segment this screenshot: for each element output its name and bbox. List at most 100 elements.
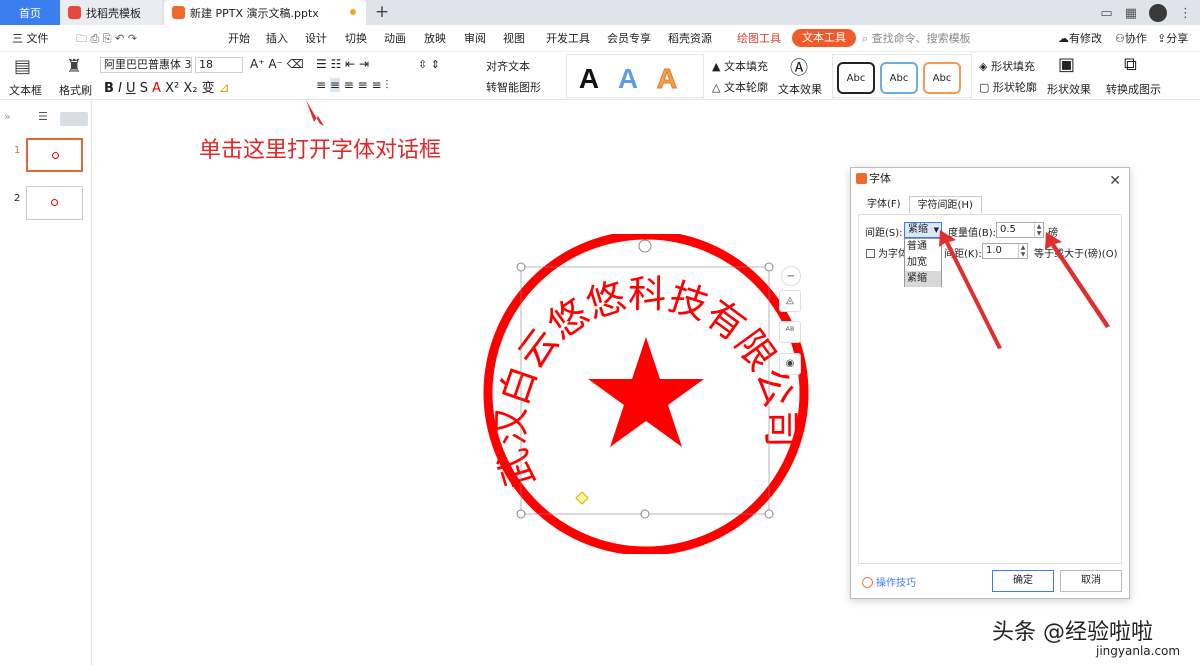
smart-shape-button[interactable]: 转智能图形 (486, 79, 541, 95)
resize-handle (516, 262, 526, 272)
text-fill-button[interactable]: ▲ 文本填充 (712, 58, 768, 74)
shape-style-orange[interactable]: Abc (923, 62, 961, 94)
shape-effect-button[interactable]: 形状效果 (1047, 81, 1091, 97)
text-outline-icon: △ (712, 81, 724, 94)
new-tab-button[interactable]: + (372, 2, 392, 22)
command-search[interactable]: ⌕ 查找命令、搜索模板 (862, 30, 1042, 48)
revisions-button[interactable]: ☁有修改 (1058, 25, 1102, 52)
tab-home[interactable]: 首页 (0, 0, 60, 25)
avatar[interactable] (1149, 4, 1167, 22)
outline-view-icon[interactable]: ☰ (38, 110, 48, 123)
text-style-orange[interactable]: A (648, 63, 686, 95)
adjust-handle (575, 491, 589, 505)
format-painter-button[interactable]: 格式刷 (59, 82, 92, 98)
menu-bar: 三 文件 🗀 ⎙ ⎘ ↶ ↷ 开始 插入 设计 切换 动画 放映 审阅 视图 开… (0, 25, 1200, 52)
tab-template[interactable]: 找稻壳模板 (60, 0, 162, 25)
cloud-icon: ☁ (1058, 32, 1069, 45)
annotation-arrows (939, 230, 1110, 349)
menu-insert[interactable]: 插入 (266, 25, 288, 52)
menu-transition[interactable]: 切换 (345, 25, 367, 52)
collab-icon: ⚇ (1115, 32, 1125, 45)
pptx-file-icon (172, 6, 185, 19)
rotate-handle-icon (638, 239, 652, 253)
menu-view[interactable]: 视图 (503, 25, 525, 52)
slide-number-1: 1 (14, 145, 21, 156)
shape-effect-icon[interactable]: ▣ (1058, 54, 1075, 75)
slide-view-icon[interactable] (60, 112, 88, 126)
menu-slideshow[interactable]: 放映 (424, 25, 446, 52)
shape-outline-icon: ▢ (979, 81, 993, 94)
text-effect-icon[interactable]: Ⓐ (790, 54, 808, 80)
collaborate-button[interactable]: ⚇协作 (1115, 25, 1147, 52)
company-stamp[interactable]: 武汉白云悠悠科技有限公司 (478, 234, 814, 554)
kerning-checkbox[interactable]: 为字体 (866, 245, 908, 260)
shape-outline-button[interactable]: ▢ 形状轮廓 (979, 79, 1037, 95)
shape-fill-button[interactable]: ◈ 形状填充 (979, 58, 1035, 74)
tab-template-label: 找稻壳模板 (86, 6, 141, 20)
file-menu[interactable]: 三 文件 (12, 25, 49, 52)
menu-drawing-tools[interactable]: 绘图工具 (737, 25, 781, 52)
ok-button[interactable]: 确定 (992, 570, 1054, 592)
unsaved-dot-icon (350, 9, 356, 15)
spell-check-icon[interactable]: ᴬᴮ (779, 321, 801, 343)
tab-document-label: 新建 PPTX 演示文稿.pptx (190, 6, 319, 20)
paragraph-align-buttons[interactable]: ≡ ≡ ≡ ≡ ≡ ⫶ (316, 78, 388, 93)
text-outline-button[interactable]: △ 文本轮廓 (712, 79, 768, 95)
list-buttons[interactable]: ☰ ☷ ⇤ ⇥ (316, 57, 369, 71)
resize-handle (764, 509, 774, 519)
font-size-select[interactable]: 18 (195, 57, 243, 73)
text-fill-icon: ▲ (712, 60, 724, 73)
smart-tip-icon[interactable]: ◉ (779, 353, 801, 375)
textbox-button[interactable]: 文本框 (9, 82, 42, 98)
font-name-select[interactable]: 阿里巴巴普惠体 3.0 (100, 57, 192, 73)
dialog-tabs: 字体(F) 字符间距(H) (859, 196, 982, 214)
dialog-title-bar: 字体 ✕ (851, 168, 1129, 190)
convert-diagram-icon[interactable]: ⧉ (1124, 54, 1137, 75)
line-spacing-buttons[interactable]: ⇳ ⇕ (418, 58, 440, 71)
shape-fill-icon: ◈ (979, 60, 991, 73)
menu-design[interactable]: 设计 (305, 25, 327, 52)
resize-handle (516, 509, 526, 519)
font-grow-shrink-icons[interactable]: A⁺ A⁻ ⌫ (250, 57, 304, 71)
convert-diagram-button[interactable]: 转换成图示 (1106, 81, 1161, 97)
menu-home[interactable]: 开始 (228, 25, 250, 52)
revisions-label: 有修改 (1069, 32, 1102, 45)
tips-link[interactable]: 操作技巧 (862, 574, 916, 589)
share-button[interactable]: ⇪分享 (1157, 25, 1188, 52)
tab-font[interactable]: 字体(F) (859, 196, 909, 214)
close-icon[interactable]: ✕ (1109, 170, 1121, 192)
annotation-arrow (306, 100, 324, 126)
format-painter-icon[interactable]: ♜ (66, 56, 82, 77)
slide-thumbnail-2[interactable] (26, 186, 83, 220)
textbox-icon[interactable]: ▤ (14, 56, 31, 77)
collapse-panel-icon[interactable]: » (4, 110, 11, 123)
quick-access-icons[interactable]: 🗀 ⎙ ⎘ ↶ ↷ (76, 25, 137, 52)
menu-docer[interactable]: 稻壳资源 (668, 25, 712, 52)
stamp-star-icon (588, 337, 704, 447)
font-style-buttons[interactable]: B I U S A X² X₂ 变 ⊿ (104, 77, 230, 96)
align-text-button[interactable]: 对齐文本 (486, 58, 530, 74)
shape-style-blue[interactable]: Abc (880, 62, 918, 94)
text-effect-button[interactable]: 文本效果 (778, 81, 822, 97)
collapse-icon[interactable]: − (781, 266, 801, 286)
more-icon[interactable]: ⋮ (1179, 6, 1192, 21)
grid-icon[interactable]: ▦ (1125, 6, 1137, 21)
tab-char-spacing[interactable]: 字符间距(H) (908, 196, 982, 214)
shape-style-icon[interactable]: ◬ (779, 290, 801, 312)
slide-panel: » ☰ 1 2 (0, 100, 92, 665)
tab-document[interactable]: 新建 PPTX 演示文稿.pptx (164, 0, 366, 25)
menu-developer[interactable]: 开发工具 (546, 25, 590, 52)
spacing-label: 间距(S): (865, 228, 903, 239)
slide-thumbnail-1[interactable] (26, 138, 83, 172)
layout-icon[interactable]: ▭ (1100, 6, 1112, 21)
cancel-button[interactable]: 取消 (1060, 570, 1122, 592)
menu-animation[interactable]: 动画 (384, 25, 406, 52)
menu-review[interactable]: 审阅 (464, 25, 486, 52)
shape-style-dark[interactable]: Abc (837, 62, 875, 94)
resize-handle (640, 509, 650, 519)
text-style-blue[interactable]: A (609, 63, 647, 95)
menu-member[interactable]: 会员专享 (607, 25, 651, 52)
menu-text-tools[interactable]: 文本工具 (792, 29, 856, 47)
text-style-black[interactable]: A (570, 63, 608, 95)
search-placeholder: 查找命令、搜索模板 (871, 32, 971, 45)
